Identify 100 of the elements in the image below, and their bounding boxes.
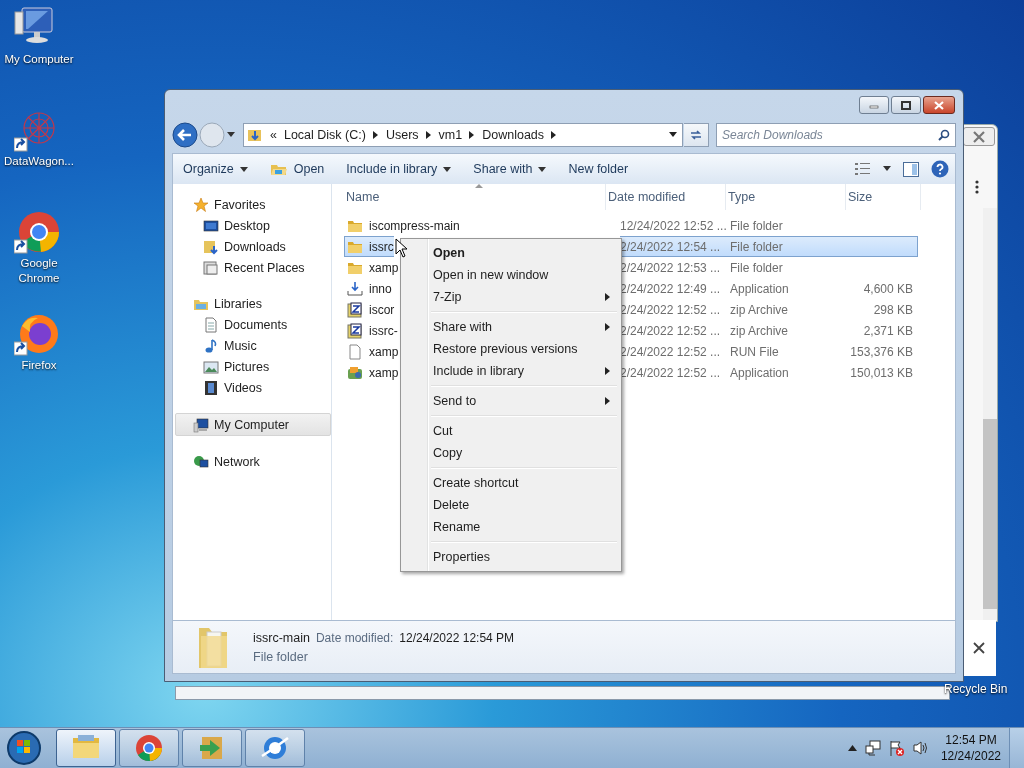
- flag-icon[interactable]: [888, 739, 905, 757]
- close-button[interactable]: [923, 96, 955, 114]
- address-bar[interactable]: « Local Disk (C:) Users vm1 Downloads: [243, 123, 683, 147]
- column-header[interactable]: Date modified: [606, 184, 726, 210]
- file-item[interactable]: iscompress-main: [344, 215, 460, 236]
- toolbar-button[interactable]: New folder: [568, 162, 629, 176]
- menu-item[interactable]: Restore previous versions: [403, 338, 619, 360]
- desktop-icon[interactable]: My Computer: [0, 6, 78, 67]
- chrome-icon: [133, 732, 165, 764]
- scrollbar[interactable]: [983, 208, 997, 621]
- breadcrumb[interactable]: Local Disk (C:): [283, 128, 366, 142]
- chevron-icon[interactable]: [551, 131, 558, 139]
- desktop-icon[interactable]: Firefox: [0, 312, 78, 373]
- chevron-icon[interactable]: [425, 131, 432, 139]
- desktop-icon[interactable]: DataWagon...: [0, 108, 78, 169]
- music-note-icon: [203, 337, 219, 354]
- nav-item[interactable]: Videos: [173, 377, 331, 398]
- nav-item[interactable]: Music: [173, 335, 331, 356]
- breadcrumb[interactable]: Users: [385, 128, 419, 142]
- nav-item[interactable]: Documents: [173, 314, 331, 335]
- file-item[interactable]: xamp: [344, 341, 399, 362]
- caret-icon[interactable]: [669, 132, 677, 138]
- toolbar-button[interactable]: Organize: [183, 162, 248, 176]
- file-item[interactable]: iscor: [344, 299, 395, 320]
- nav-item[interactable]: My Computer: [175, 413, 331, 436]
- search-field[interactable]: Search Downloads: [716, 123, 956, 147]
- help-icon[interactable]: [931, 160, 949, 178]
- toolbar-button[interactable]: Open: [269, 162, 325, 176]
- field-value: 12/24/2022 12:54 PM: [399, 630, 515, 645]
- file-item[interactable]: xamp: [344, 257, 399, 278]
- menu-item[interactable]: Open in new window: [403, 264, 619, 286]
- size-cell-text: 298 KB: [872, 301, 914, 319]
- minimize-button[interactable]: [859, 96, 889, 114]
- toolbar-button[interactable]: Share with: [473, 162, 547, 176]
- file-item[interactable]: issrc: [344, 236, 394, 257]
- breadcrumb[interactable]: vm1: [438, 128, 463, 142]
- maximize-icon: [901, 100, 911, 110]
- maximize-button[interactable]: [891, 96, 921, 114]
- desktop-icon-label: My Computer: [3, 52, 75, 67]
- back-button[interactable]: [172, 122, 198, 148]
- caret-icon[interactable]: [883, 166, 891, 172]
- file-item[interactable]: issrc-: [344, 320, 398, 341]
- nav-item[interactable]: Favorites: [173, 194, 331, 215]
- menu-item[interactable]: Send to: [403, 390, 619, 412]
- preview-pane-icon[interactable]: [903, 161, 919, 177]
- nav-item[interactable]: Desktop: [173, 215, 331, 236]
- chevron-icon[interactable]: [372, 131, 379, 139]
- nav-item[interactable]: Pictures: [173, 356, 331, 377]
- menu-item[interactable]: Copy: [403, 442, 619, 464]
- view-list-icon[interactable]: [855, 162, 871, 176]
- menu-item[interactable]: Cut: [403, 420, 619, 442]
- menu-item[interactable]: Include in library: [403, 360, 619, 382]
- desktop-icon[interactable]: Google Chrome: [0, 210, 78, 286]
- nav-item[interactable]: Network: [173, 451, 331, 472]
- breadcrumb[interactable]: Downloads: [482, 128, 545, 142]
- menu-item[interactable]: 7-Zip: [403, 286, 619, 308]
- column-header[interactable]: Size: [846, 184, 921, 210]
- taskbar-button[interactable]: [119, 729, 179, 767]
- column-header[interactable]: Name: [344, 184, 606, 210]
- menu-item[interactable]: Create shortcut: [403, 472, 619, 494]
- network-icon[interactable]: [864, 740, 881, 756]
- selection-highlight: [850, 236, 918, 257]
- zip-archive-icon: [347, 322, 363, 339]
- speaker-icon[interactable]: [912, 740, 929, 756]
- column-header[interactable]: Type: [726, 184, 846, 210]
- nav-item[interactable]: Downloads: [173, 236, 331, 257]
- menu-item[interactable]: Properties: [403, 546, 619, 568]
- start-button[interactable]: [6, 730, 42, 766]
- search-icon[interactable]: [938, 129, 950, 141]
- taskbar-button[interactable]: [245, 729, 305, 767]
- taskbar-button[interactable]: [56, 729, 116, 767]
- menu-item[interactable]: Rename: [403, 516, 619, 538]
- close-button[interactable]: [963, 127, 995, 146]
- menu-item[interactable]: Delete: [403, 494, 619, 516]
- nav-item[interactable]: Libraries: [173, 293, 331, 314]
- computer-icon: [193, 416, 209, 433]
- file-item[interactable]: xamp: [344, 362, 399, 383]
- toolbar-button[interactable]: Include in library: [346, 162, 452, 176]
- refresh-button[interactable]: [684, 123, 709, 147]
- size-cell-text: 4,600 KB: [862, 280, 914, 298]
- file-item[interactable]: inno: [344, 278, 392, 299]
- chevron-icon[interactable]: [469, 131, 476, 139]
- nav-item[interactable]: Recent Places: [173, 257, 331, 278]
- type-cell-text: RUN File: [730, 343, 780, 361]
- close-icon: [934, 100, 944, 110]
- file-type: File folder: [253, 649, 309, 664]
- type-cell-text: zip Archive: [730, 322, 790, 340]
- close-icon[interactable]: [973, 642, 985, 654]
- menu-item[interactable]: Share with: [403, 316, 619, 338]
- submenu-arrow-icon: [605, 367, 610, 375]
- overflow-button[interactable]: «: [270, 128, 277, 142]
- show-hidden-icons-icon[interactable]: [847, 745, 857, 751]
- folder-icon: [247, 127, 263, 143]
- date-cell-text: 2/24/2022 12:52 ...: [620, 301, 722, 319]
- document-icon: [203, 316, 219, 333]
- history-caret-icon[interactable]: [226, 131, 236, 139]
- clock[interactable]: 12:54 PM 12/24/2022: [940, 732, 1001, 764]
- submenu-arrow-icon: [605, 397, 610, 405]
- taskbar-button[interactable]: [182, 729, 242, 767]
- more-icon[interactable]: [975, 180, 979, 194]
